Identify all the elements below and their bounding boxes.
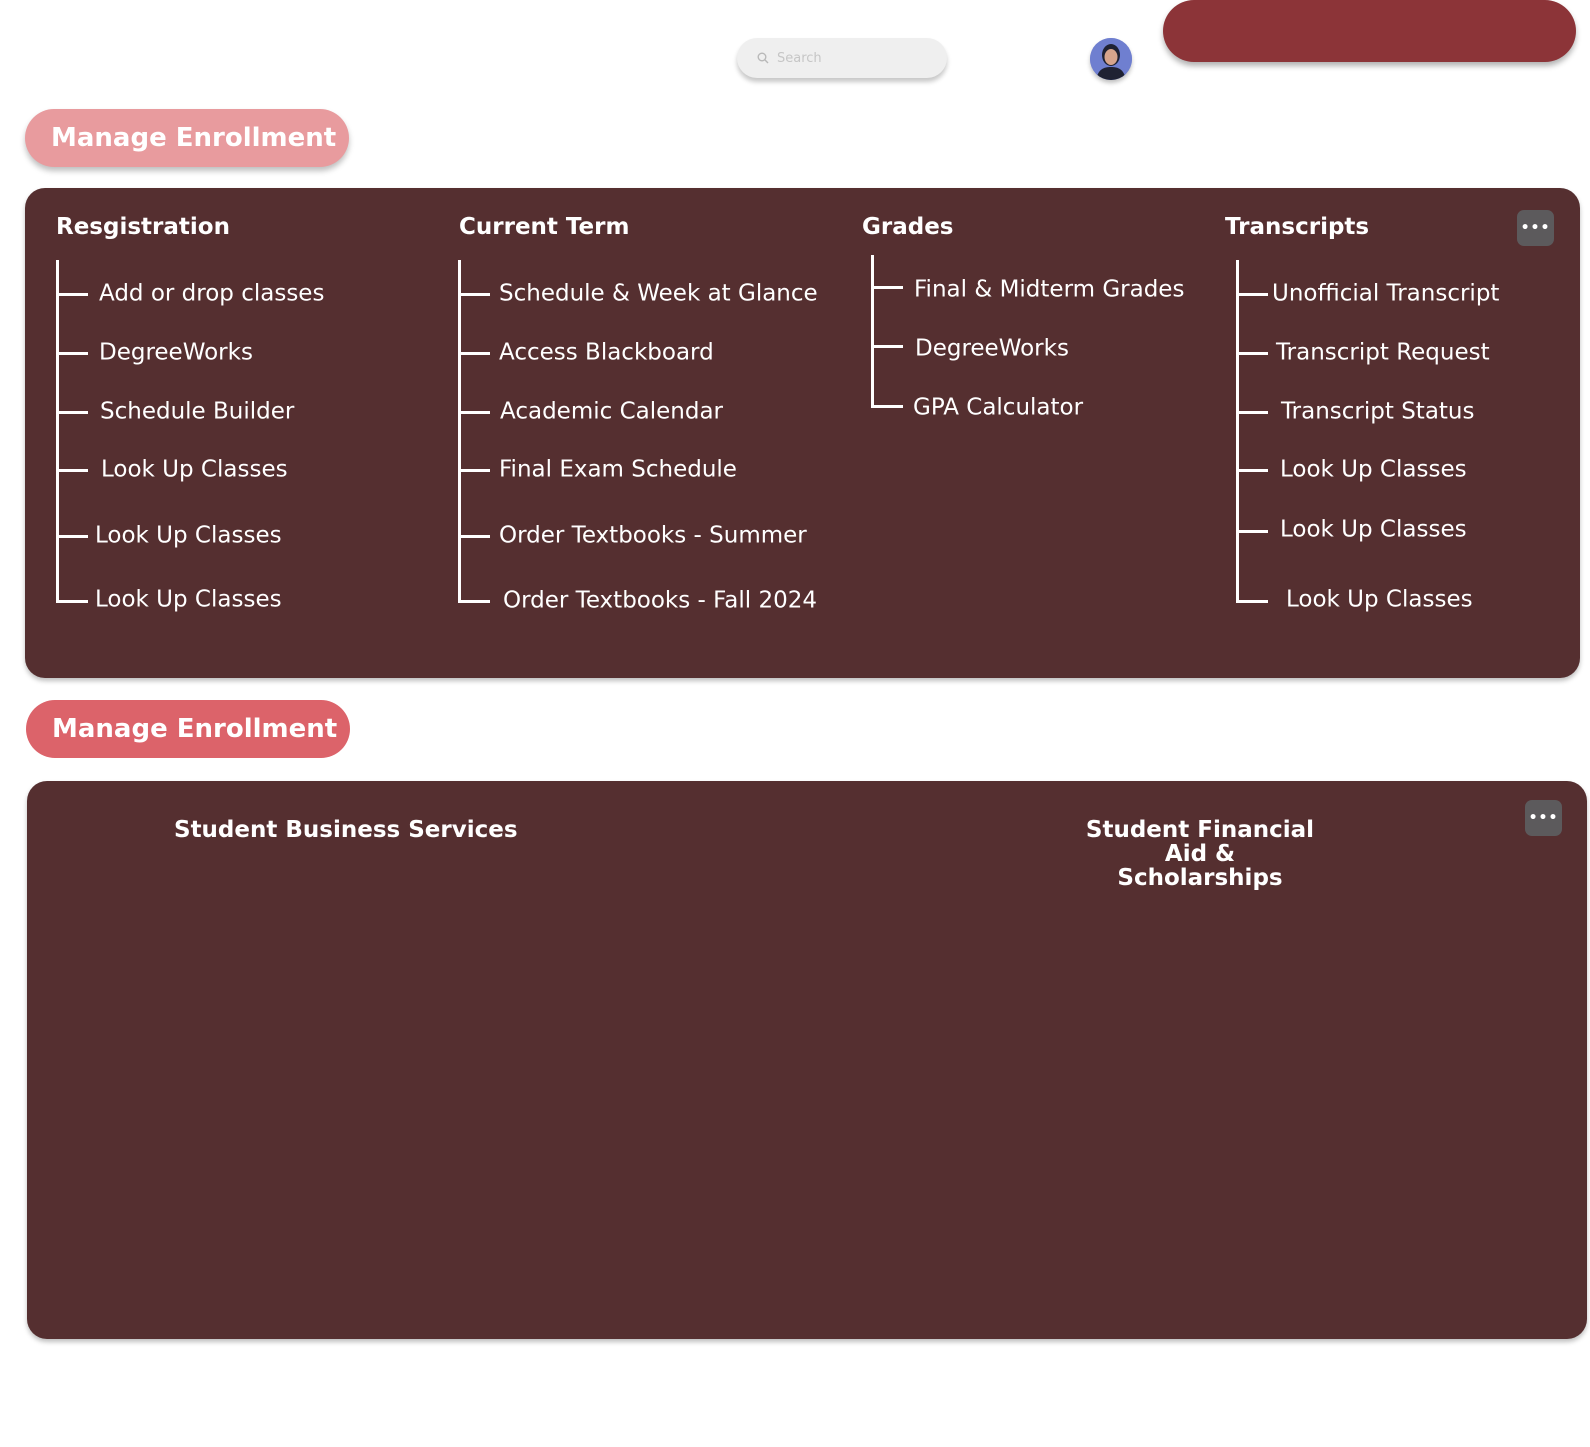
- search-bar[interactable]: [737, 38, 947, 78]
- column-title-transcripts: Transcripts: [1225, 214, 1370, 240]
- column-title-grades: Grades: [862, 214, 954, 240]
- link-gpa-calculator[interactable]: GPA Calculator: [913, 396, 1083, 420]
- search-input[interactable]: [777, 50, 937, 66]
- link-transcript-status[interactable]: Transcript Status: [1281, 400, 1475, 424]
- link-schedule-week-glance[interactable]: Schedule & Week at Glance: [499, 282, 818, 306]
- more-options-button[interactable]: •••: [1525, 800, 1562, 836]
- services-panel: [27, 781, 1587, 1339]
- heading-student-business-services[interactable]: Student Business Services: [174, 818, 518, 842]
- link-schedule-builder[interactable]: Schedule Builder: [100, 400, 294, 424]
- header-action-button[interactable]: [1163, 0, 1576, 62]
- column-title-registration: Resgistration: [56, 214, 230, 240]
- link-academic-calendar[interactable]: Academic Calendar: [500, 400, 723, 424]
- link-order-textbooks-summer[interactable]: Order Textbooks - Summer: [499, 524, 807, 548]
- search-icon: [757, 52, 769, 64]
- link-transcript-request[interactable]: Transcript Request: [1276, 341, 1490, 365]
- section-title-pill[interactable]: Manage Enrollment: [26, 700, 350, 758]
- link-unofficial-transcript[interactable]: Unofficial Transcript: [1272, 282, 1499, 306]
- avatar[interactable]: [1090, 38, 1132, 80]
- user-avatar-icon: [1090, 38, 1132, 80]
- link-look-up-classes[interactable]: Look Up Classes: [1280, 518, 1467, 542]
- link-final-exam-schedule[interactable]: Final Exam Schedule: [499, 458, 737, 482]
- link-order-textbooks-fall[interactable]: Order Textbooks - Fall 2024: [503, 589, 817, 613]
- link-look-up-classes[interactable]: Look Up Classes: [101, 458, 288, 482]
- link-access-blackboard[interactable]: Access Blackboard: [499, 341, 714, 365]
- section-title-pill[interactable]: Manage Enrollment: [25, 109, 349, 167]
- link-look-up-classes[interactable]: Look Up Classes: [95, 524, 282, 548]
- link-degreeworks[interactable]: DegreeWorks: [99, 341, 253, 365]
- link-degreeworks[interactable]: DegreeWorks: [915, 337, 1069, 361]
- more-options-button[interactable]: •••: [1517, 210, 1554, 246]
- link-add-drop-classes[interactable]: Add or drop classes: [99, 282, 324, 306]
- heading-financial-aid-scholarships[interactable]: Student Financial Aid & Scholarships: [1080, 818, 1320, 891]
- column-title-current-term: Current Term: [459, 214, 630, 240]
- link-final-midterm-grades[interactable]: Final & Midterm Grades: [914, 278, 1184, 302]
- link-look-up-classes[interactable]: Look Up Classes: [1280, 458, 1467, 482]
- link-look-up-classes[interactable]: Look Up Classes: [1286, 588, 1473, 612]
- link-look-up-classes[interactable]: Look Up Classes: [95, 588, 282, 612]
